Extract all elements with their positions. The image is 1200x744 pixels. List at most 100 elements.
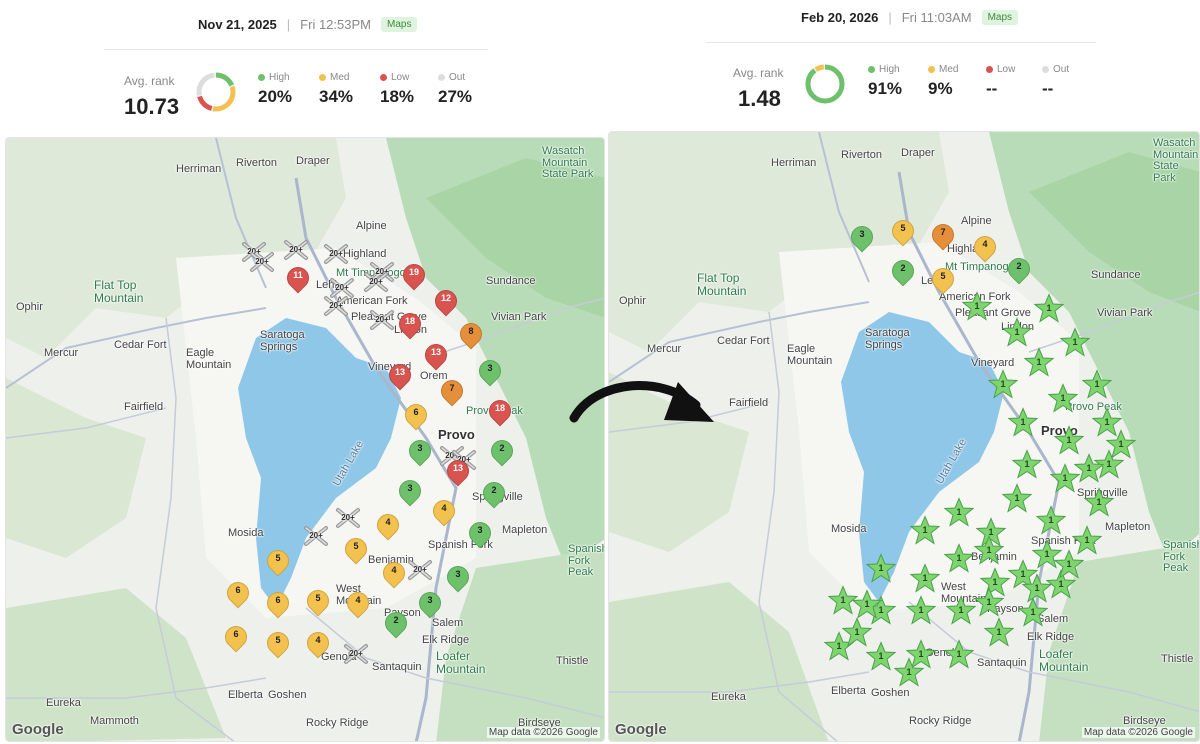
before-rank-pin[interactable]: 12 [430,285,462,317]
before-rank-pin[interactable]: 5 [302,585,334,617]
out-of-range-marker[interactable]: 20+ [407,559,433,581]
top-rank-star[interactable]: 1 [1024,347,1054,377]
before-rank-pin[interactable]: 5 [262,545,294,577]
before-rank-pin[interactable]: 6 [262,587,294,619]
map-label-birdseye: Birdseye [1123,715,1166,727]
top-rank-star[interactable]: 1 [962,291,992,321]
before-rank-pin[interactable]: 3 [394,475,426,507]
before-rank-pin[interactable]: 5 [340,533,372,565]
out-of-range-marker[interactable]: 20+ [323,295,349,317]
before-rank-pin[interactable]: 18 [484,395,516,427]
top-rank-star[interactable]: 1 [866,553,896,583]
before-rank-pin[interactable]: 7 [436,375,468,407]
before-map[interactable]: Riverton Draper Herriman Wasatch Mountai… [5,137,605,742]
top-rank-star[interactable]: 1 [1074,453,1104,483]
top-rank-star[interactable]: 1 [1084,487,1114,517]
top-rank-star[interactable]: 1 [842,617,872,647]
top-rank-star[interactable]: 1 [974,587,1004,617]
before-rank-pin[interactable]: 3 [414,587,446,619]
before-rank-pin[interactable]: 19 [398,259,430,291]
separator: | [888,10,892,25]
before-rank-pin[interactable]: 6 [222,577,254,609]
before-rank-pin[interactable]: 4 [428,495,460,527]
before-rank-pin[interactable]: 13 [420,339,452,371]
top-rank-star[interactable]: 1 [910,515,940,545]
top-rank-star[interactable]: 1 [1082,369,1112,399]
top-rank-star[interactable]: 1 [894,657,924,687]
before-rank-pin[interactable]: 3 [442,561,474,593]
before-rank-pin[interactable]: 4 [302,627,334,659]
top-rank-star[interactable]: 1 [944,543,974,573]
star-rank-label: 1 [1094,379,1100,389]
out-of-range-marker[interactable]: 20+ [335,507,361,529]
top-rank-star[interactable]: 1 [906,595,936,625]
top-rank-star[interactable]: 1 [1002,483,1032,513]
star-rank-label: 1 [986,545,992,555]
top-rank-star[interactable]: 1 [1054,549,1084,579]
after-rank-pin[interactable]: 2 [1003,253,1035,285]
before-avg-label: Avg. rank [124,74,175,88]
top-rank-star[interactable]: 1 [852,589,882,619]
before-rank-pin[interactable]: 6 [400,399,432,431]
before-rank-pin[interactable]: 5 [262,627,294,659]
before-rank-pin[interactable]: 11 [282,262,314,294]
top-rank-star[interactable]: 1 [1034,293,1064,323]
out-of-range-marker[interactable]: 20+ [363,271,389,293]
after-date: Feb 20, 2026 [801,10,879,25]
star-rank-label: 1 [1066,559,1072,569]
star-rank-label: 1 [1084,535,1090,545]
before-rank-pin[interactable]: 4 [378,557,410,589]
top-rank-star[interactable]: 1 [1048,383,1078,413]
star-rank-label: 1 [1030,607,1036,617]
after-rank-pin[interactable]: 4 [969,231,1001,263]
pin-rank-label: 7 [449,383,455,393]
top-rank-star[interactable]: 1 [1054,425,1084,455]
before-rank-pin[interactable]: 8 [455,318,487,350]
top-rank-star[interactable]: 1 [1008,407,1038,437]
before-rank-pin[interactable]: 2 [380,607,412,639]
high-dot [258,74,265,81]
top-rank-star[interactable]: 1 [984,617,1014,647]
star-rank-label: 1 [1020,417,1026,427]
star-rank-label: 1 [854,627,860,637]
map-label-mammoth: Mammoth [90,715,139,727]
after-rank-pin[interactable]: 7 [927,219,959,251]
before-rank-pin[interactable]: 3 [404,435,436,467]
out-of-range-marker[interactable]: 20+ [369,309,395,331]
before-rank-pin[interactable]: 18 [394,308,426,340]
map-label-alpine: Alpine [961,215,992,227]
top-rank-star[interactable]: 1 [1022,573,1052,603]
before-rank-pin[interactable]: 4 [342,587,374,619]
star-rank-label: 1 [1096,497,1102,507]
after-rank-pin[interactable]: 5 [927,263,959,295]
top-rank-star[interactable]: 1 [944,497,974,527]
out-of-range-marker[interactable]: 20+ [303,525,329,547]
before-rank-pin[interactable]: 13 [442,455,474,487]
top-rank-star[interactable]: 1 [1036,505,1066,535]
top-rank-star[interactable]: 1 [1012,449,1042,479]
out-of-range-marker[interactable]: 20+ [343,643,369,665]
before-rank-pin[interactable]: 4 [372,509,404,541]
after-rank-pin[interactable]: 2 [887,255,919,287]
before-rank-pin[interactable]: 6 [220,621,252,653]
before-rank-pin[interactable]: 2 [478,477,510,509]
out-of-range-marker[interactable]: 20+ [283,239,309,261]
top-rank-star[interactable]: 1 [1106,429,1136,459]
top-rank-star[interactable]: 1 [946,595,976,625]
map-label-wasatch: Wasatch Mountain State Park [542,145,594,181]
top-rank-star[interactable]: 1 [910,563,940,593]
google-logo: Google [615,721,667,738]
out-of-range-marker[interactable]: 20+ [249,251,275,273]
top-rank-star[interactable]: 1 [988,369,1018,399]
before-rank-pin[interactable]: 3 [464,517,496,549]
before-rank-pin[interactable]: 2 [486,435,518,467]
after-rank-pin[interactable]: 5 [887,215,919,247]
before-rank-pin[interactable]: 13 [384,359,416,391]
before-rank-pin[interactable]: 3 [474,355,506,387]
out-of-range-marker[interactable]: 20+ [323,243,349,265]
top-rank-star[interactable]: 1 [1060,327,1090,357]
top-rank-star[interactable]: 1 [974,535,1004,565]
after-rank-pin[interactable]: 3 [846,221,878,253]
top-rank-star[interactable]: 1 [944,639,974,669]
top-rank-star[interactable]: 1 [1002,317,1032,347]
